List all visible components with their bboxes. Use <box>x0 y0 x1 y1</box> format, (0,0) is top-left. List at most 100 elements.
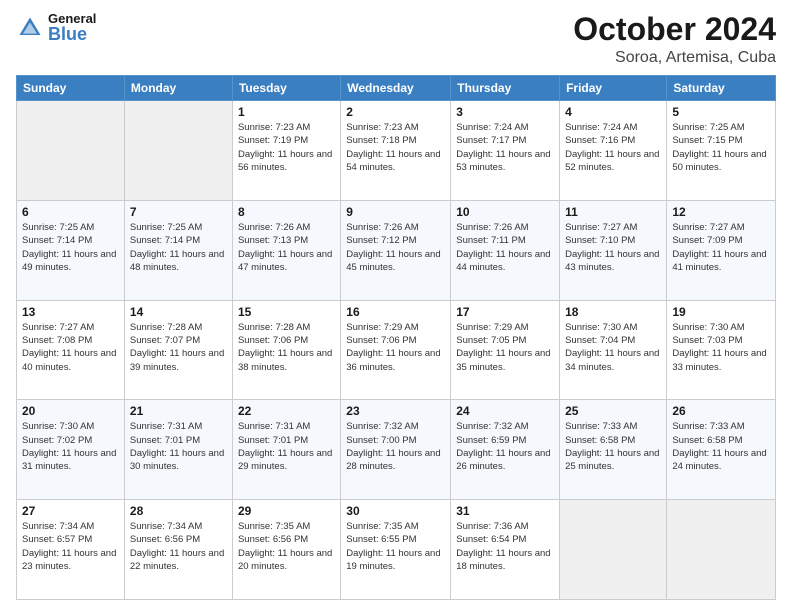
weekday-header-row: SundayMondayTuesdayWednesdayThursdayFrid… <box>17 76 776 101</box>
calendar-cell: 16 Sunrise: 7:29 AM Sunset: 7:06 PM Dayli… <box>341 300 451 400</box>
calendar-cell: 10 Sunrise: 7:26 AM Sunset: 7:11 PM Dayli… <box>451 200 560 300</box>
day-info: Sunrise: 7:26 AM Sunset: 7:12 PM Dayligh… <box>346 221 445 274</box>
day-number: 24 <box>456 404 554 418</box>
calendar-table: SundayMondayTuesdayWednesdayThursdayFrid… <box>16 75 776 600</box>
day-info: Sunrise: 7:25 AM Sunset: 7:14 PM Dayligh… <box>130 221 227 274</box>
day-info: Sunrise: 7:23 AM Sunset: 7:19 PM Dayligh… <box>238 121 335 174</box>
calendar-cell <box>560 500 667 600</box>
day-number: 14 <box>130 305 227 319</box>
day-number: 7 <box>130 205 227 219</box>
calendar-cell: 19 Sunrise: 7:30 AM Sunset: 7:03 PM Dayli… <box>667 300 776 400</box>
day-info: Sunrise: 7:29 AM Sunset: 7:05 PM Dayligh… <box>456 321 554 374</box>
calendar-cell: 28 Sunrise: 7:34 AM Sunset: 6:56 PM Dayli… <box>124 500 232 600</box>
calendar-cell: 6Sunrise: 7:25 AM Sunset: 7:14 PM Daylig… <box>17 200 125 300</box>
calendar-cell: 4 Sunrise: 7:24 AM Sunset: 7:16 PM Daylig… <box>560 101 667 201</box>
day-number: 6 <box>22 205 119 219</box>
logo-text: General Blue <box>48 12 96 43</box>
calendar-cell <box>124 101 232 201</box>
calendar-cell <box>17 101 125 201</box>
day-info: Sunrise: 7:36 AM Sunset: 6:54 PM Dayligh… <box>456 520 554 573</box>
day-number: 20 <box>22 404 119 418</box>
day-number: 2 <box>346 105 445 119</box>
day-number: 12 <box>672 205 770 219</box>
day-info: Sunrise: 7:33 AM Sunset: 6:58 PM Dayligh… <box>672 420 770 473</box>
day-info: Sunrise: 7:23 AM Sunset: 7:18 PM Dayligh… <box>346 121 445 174</box>
day-number: 16 <box>346 305 445 319</box>
day-number: 26 <box>672 404 770 418</box>
day-info: Sunrise: 7:34 AM Sunset: 6:56 PM Dayligh… <box>130 520 227 573</box>
day-number: 3 <box>456 105 554 119</box>
calendar-cell: 25 Sunrise: 7:33 AM Sunset: 6:58 PM Dayli… <box>560 400 667 500</box>
day-info: Sunrise: 7:27 AM Sunset: 7:08 PM Dayligh… <box>22 321 119 374</box>
calendar-cell: 8Sunrise: 7:26 AM Sunset: 7:13 PM Daylig… <box>232 200 340 300</box>
day-info: Sunrise: 7:29 AM Sunset: 7:06 PM Dayligh… <box>346 321 445 374</box>
day-info: Sunrise: 7:28 AM Sunset: 7:06 PM Dayligh… <box>238 321 335 374</box>
day-number: 8 <box>238 205 335 219</box>
page: General Blue October 2024 Soroa, Artemis… <box>0 0 792 612</box>
calendar-cell: 24 Sunrise: 7:32 AM Sunset: 6:59 PM Dayli… <box>451 400 560 500</box>
calendar-cell: 5 Sunrise: 7:25 AM Sunset: 7:15 PM Daylig… <box>667 101 776 201</box>
logo-icon <box>16 14 44 42</box>
week-row-5: 27 Sunrise: 7:34 AM Sunset: 6:57 PM Dayli… <box>17 500 776 600</box>
calendar-cell: 11 Sunrise: 7:27 AM Sunset: 7:10 PM Dayli… <box>560 200 667 300</box>
calendar-cell: 21Sunrise: 7:31 AM Sunset: 7:01 PM Dayli… <box>124 400 232 500</box>
weekday-header-thursday: Thursday <box>451 76 560 101</box>
day-number: 11 <box>565 205 661 219</box>
day-info: Sunrise: 7:24 AM Sunset: 7:16 PM Dayligh… <box>565 121 661 174</box>
calendar-cell: 30 Sunrise: 7:35 AM Sunset: 6:55 PM Dayli… <box>341 500 451 600</box>
weekday-header-sunday: Sunday <box>17 76 125 101</box>
day-number: 10 <box>456 205 554 219</box>
header: General Blue October 2024 Soroa, Artemis… <box>16 12 776 67</box>
day-number: 23 <box>346 404 445 418</box>
day-number: 31 <box>456 504 554 518</box>
day-info: Sunrise: 7:30 AM Sunset: 7:02 PM Dayligh… <box>22 420 119 473</box>
calendar-cell: 9 Sunrise: 7:26 AM Sunset: 7:12 PM Daylig… <box>341 200 451 300</box>
day-number: 9 <box>346 205 445 219</box>
calendar-cell: 3 Sunrise: 7:24 AM Sunset: 7:17 PM Daylig… <box>451 101 560 201</box>
day-number: 29 <box>238 504 335 518</box>
logo: General Blue <box>16 12 96 43</box>
calendar-cell <box>667 500 776 600</box>
calendar-cell: 20 Sunrise: 7:30 AM Sunset: 7:02 PM Dayli… <box>17 400 125 500</box>
calendar-cell: 31 Sunrise: 7:36 AM Sunset: 6:54 PM Dayli… <box>451 500 560 600</box>
day-info: Sunrise: 7:35 AM Sunset: 6:55 PM Dayligh… <box>346 520 445 573</box>
day-info: Sunrise: 7:32 AM Sunset: 7:00 PM Dayligh… <box>346 420 445 473</box>
day-number: 27 <box>22 504 119 518</box>
calendar-cell: 29 Sunrise: 7:35 AM Sunset: 6:56 PM Dayli… <box>232 500 340 600</box>
day-info: Sunrise: 7:30 AM Sunset: 7:03 PM Dayligh… <box>672 321 770 374</box>
title-block: October 2024 Soroa, Artemisa, Cuba <box>573 12 776 67</box>
day-info: Sunrise: 7:27 AM Sunset: 7:10 PM Dayligh… <box>565 221 661 274</box>
day-number: 15 <box>238 305 335 319</box>
calendar-cell: 27 Sunrise: 7:34 AM Sunset: 6:57 PM Dayli… <box>17 500 125 600</box>
day-number: 5 <box>672 105 770 119</box>
calendar-cell: 7 Sunrise: 7:25 AM Sunset: 7:14 PM Daylig… <box>124 200 232 300</box>
day-number: 25 <box>565 404 661 418</box>
day-info: Sunrise: 7:25 AM Sunset: 7:15 PM Dayligh… <box>672 121 770 174</box>
day-number: 1 <box>238 105 335 119</box>
logo-blue: Blue <box>48 25 96 43</box>
weekday-header-saturday: Saturday <box>667 76 776 101</box>
month-title: October 2024 <box>573 12 776 47</box>
day-number: 30 <box>346 504 445 518</box>
day-number: 17 <box>456 305 554 319</box>
weekday-header-tuesday: Tuesday <box>232 76 340 101</box>
day-number: 21 <box>130 404 227 418</box>
day-info: Sunrise: 7:26 AM Sunset: 7:11 PM Dayligh… <box>456 221 554 274</box>
location-title: Soroa, Artemisa, Cuba <box>573 49 776 67</box>
calendar-cell: 17 Sunrise: 7:29 AM Sunset: 7:05 PM Dayli… <box>451 300 560 400</box>
day-info: Sunrise: 7:33 AM Sunset: 6:58 PM Dayligh… <box>565 420 661 473</box>
day-number: 19 <box>672 305 770 319</box>
day-info: Sunrise: 7:32 AM Sunset: 6:59 PM Dayligh… <box>456 420 554 473</box>
day-info: Sunrise: 7:30 AM Sunset: 7:04 PM Dayligh… <box>565 321 661 374</box>
week-row-1: 1 Sunrise: 7:23 AM Sunset: 7:19 PM Daylig… <box>17 101 776 201</box>
calendar-cell: 12Sunrise: 7:27 AM Sunset: 7:09 PM Dayli… <box>667 200 776 300</box>
day-number: 4 <box>565 105 661 119</box>
day-info: Sunrise: 7:35 AM Sunset: 6:56 PM Dayligh… <box>238 520 335 573</box>
day-info: Sunrise: 7:24 AM Sunset: 7:17 PM Dayligh… <box>456 121 554 174</box>
day-info: Sunrise: 7:31 AM Sunset: 7:01 PM Dayligh… <box>238 420 335 473</box>
day-info: Sunrise: 7:34 AM Sunset: 6:57 PM Dayligh… <box>22 520 119 573</box>
calendar-cell: 26 Sunrise: 7:33 AM Sunset: 6:58 PM Dayli… <box>667 400 776 500</box>
day-number: 28 <box>130 504 227 518</box>
day-number: 22 <box>238 404 335 418</box>
weekday-header-wednesday: Wednesday <box>341 76 451 101</box>
